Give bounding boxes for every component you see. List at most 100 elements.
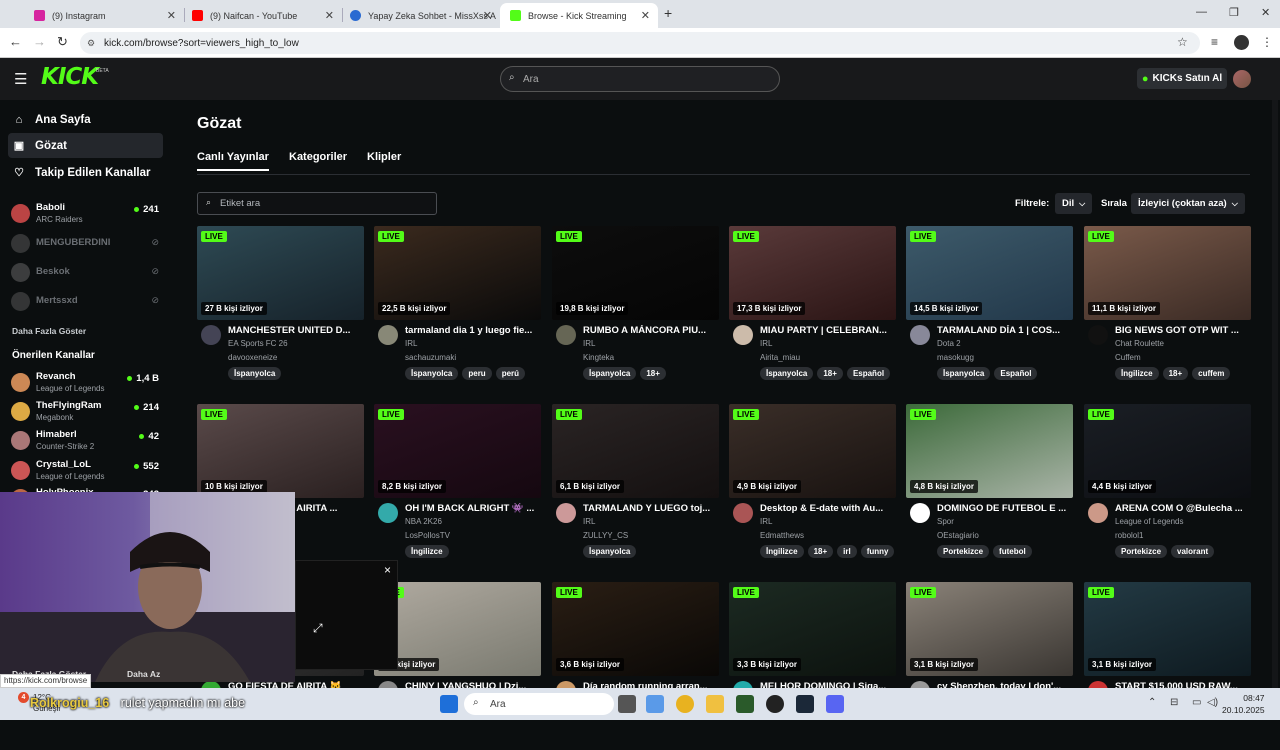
forward-icon[interactable]: →: [33, 34, 46, 49]
stream-card[interactable]: LIVE 3,1 B kişi izliyor cy Shenzhen, today…: [906, 582, 1073, 750]
window-close-icon[interactable]: ✕: [1261, 6, 1270, 19]
followed-channel-baboli[interactable]: Baboli ARC Raiders 241: [11, 201, 161, 229]
file-explorer-icon[interactable]: [706, 695, 724, 713]
copilot-icon[interactable]: [646, 695, 664, 713]
stream-thumbnail[interactable]: LIVE 10 B kişi izliyor: [197, 404, 364, 498]
stream-tag[interactable]: 18+: [817, 367, 843, 380]
stream-category[interactable]: IRL: [405, 339, 417, 348]
sidebar-item-following[interactable]: ♡ Takip Edilen Kanallar: [8, 160, 163, 185]
network-icon[interactable]: ⊟: [1170, 697, 1178, 708]
stream-card[interactable]: LIVE 27 B kişi izliyor MANCHESTER UNITED D…: [197, 226, 364, 394]
kick-logo[interactable]: KICK: [41, 64, 99, 90]
stream-thumbnail[interactable]: LIVE 22,5 B kişi izliyor: [374, 226, 541, 320]
streamer-avatar[interactable]: [733, 503, 753, 523]
volume-icon[interactable]: ◁): [1207, 697, 1218, 708]
stream-tag[interactable]: İngilizce: [1115, 367, 1159, 380]
user-avatar[interactable]: [1233, 70, 1251, 88]
chrome-icon[interactable]: [676, 695, 694, 713]
stream-thumbnail[interactable]: LIVE 3,1 B kişi izliyor: [1084, 582, 1251, 676]
site-info-icon[interactable]: ⚙: [87, 38, 95, 49]
stream-card[interactable]: LIVE 22,5 B kişi izliyor tarmaland dia 1 y…: [374, 226, 541, 394]
followed-channel-mertssxd[interactable]: Mertssxd ⊘: [11, 289, 161, 317]
stream-tag[interactable]: 18+: [1162, 367, 1189, 380]
stream-category[interactable]: Spor: [937, 517, 954, 526]
stream-category[interactable]: Chat Roulette: [1115, 339, 1164, 348]
sidebar-show-less-bottom[interactable]: Daha Az: [127, 669, 160, 679]
streamer-name[interactable]: LosPollosTV: [405, 531, 450, 540]
streamer-avatar[interactable]: [378, 325, 398, 345]
stream-title[interactable]: ARENA COM O @Bulecha ...: [1115, 503, 1249, 514]
stream-title[interactable]: BIG NEWS GOT OTP WIT ...: [1115, 325, 1249, 336]
tab-kick[interactable]: Browse - Kick Streaming ✕: [500, 3, 658, 28]
stream-title[interactable]: tarmaland dia 1 y luego fie...: [405, 325, 539, 336]
stream-tag[interactable]: Portekizce: [937, 545, 990, 558]
followed-channel-beskok[interactable]: Beskok ⊘: [11, 260, 161, 288]
stream-tag[interactable]: İspanyolca: [228, 367, 282, 380]
streamer-avatar[interactable]: [1088, 325, 1108, 345]
mini-player-close-icon[interactable]: ×: [384, 563, 391, 577]
streamer-name[interactable]: davooxeneize: [228, 353, 277, 362]
stream-tag[interactable]: İspanyolca: [760, 367, 814, 380]
stream-tag[interactable]: İngilizce: [405, 545, 449, 558]
stream-tag[interactable]: peru: [462, 367, 492, 380]
stream-tag[interactable]: İspanyolca: [937, 367, 991, 380]
streamer-avatar[interactable]: [556, 325, 576, 345]
language-filter-dropdown[interactable]: Dil ⌵: [1055, 193, 1093, 214]
sidebar-item-browse[interactable]: ▣ Gözat: [8, 133, 163, 158]
streamer-name[interactable]: Kingteka: [583, 353, 614, 362]
stream-card[interactable]: LIVE 8,2 B kişi izliyor OH I'M BACK ALRIGH…: [374, 404, 541, 572]
stream-category[interactable]: Dota 2: [937, 339, 961, 348]
stream-card[interactable]: LIVE 4,9 B kişi izliyor Desktop & E-date w…: [729, 404, 896, 572]
followed-channel-menguberdini[interactable]: MENGUBERDINI ⊘: [11, 231, 161, 259]
close-icon[interactable]: ✕: [483, 9, 492, 22]
stream-thumbnail[interactable]: LIVE 4,8 B kişi izliyor: [906, 404, 1073, 498]
bookmark-star-icon[interactable]: ☆: [1177, 35, 1188, 49]
show-more-link[interactable]: Daha Fazla Göster: [12, 326, 86, 336]
tab-live-streams[interactable]: Canlı Yayınlar: [197, 151, 269, 171]
stream-card[interactable]: LIVE 17,3 B kişi izliyor MIAU PARTY | CELE…: [729, 226, 896, 394]
recommended-channel[interactable]: TheFlyingRam Megabonk 214: [11, 399, 161, 427]
streamer-name[interactable]: OEstagiario: [937, 531, 979, 540]
stream-title[interactable]: OH I'M BACK ALRIGHT 👾 ...: [405, 503, 539, 514]
stream-card[interactable]: LIVE 4,8 B kişi izliyor DOMINGO DE FUTEBOL…: [906, 404, 1073, 572]
stream-card[interactable]: LIVE 6,1 B kişi izliyor TARMALAND Y LUEGO …: [552, 404, 719, 572]
stream-tag[interactable]: Portekizce: [1115, 545, 1168, 558]
fullscreen-icon[interactable]: ⤢: [313, 621, 323, 636]
close-icon[interactable]: ✕: [641, 9, 650, 22]
search-input[interactable]: ⌕ Ara: [500, 66, 780, 92]
tab-instagram[interactable]: (9) Instagram ✕: [24, 3, 184, 28]
stream-category[interactable]: League of Legends: [1115, 517, 1184, 526]
recommended-channel[interactable]: Himaberl Counter-Strike 2 42: [11, 428, 161, 456]
stream-thumbnail[interactable]: LIVE 4,4 B kişi izliyor: [1084, 404, 1251, 498]
app-icon[interactable]: [736, 695, 754, 713]
stream-card[interactable]: LIVE 14,5 B kişi izliyor TARMALAND DÍA 1 |…: [906, 226, 1073, 394]
streamer-name[interactable]: ZULLYY_CS: [583, 531, 628, 540]
stream-tag[interactable]: İngilizce: [760, 545, 804, 558]
obs-icon[interactable]: [766, 695, 784, 713]
menu-icon[interactable]: ⋮: [1261, 35, 1273, 49]
stream-title[interactable]: TARMALAND DÍA 1 | COS...: [937, 325, 1071, 336]
stream-category[interactable]: IRL: [760, 339, 772, 348]
stream-card[interactable]: LIVE 4,4 B kişi izliyor ARENA COM O @Bulec…: [1084, 404, 1251, 572]
streamer-avatar[interactable]: [733, 325, 753, 345]
stream-thumbnail[interactable]: LIVE 6,1 B kişi izliyor: [552, 404, 719, 498]
stream-thumbnail[interactable]: LIVE 19,8 B kişi izliyor: [552, 226, 719, 320]
stream-thumbnail[interactable]: LIVE 3,3 B kişi izliyor: [729, 582, 896, 676]
stream-tag[interactable]: İspanyolca: [583, 545, 637, 558]
stream-thumbnail[interactable]: LIVE 11,1 B kişi izliyor: [1084, 226, 1251, 320]
stream-tag[interactable]: İspanyolca: [405, 367, 459, 380]
close-icon[interactable]: ✕: [325, 9, 334, 22]
stream-tag[interactable]: 18+: [640, 367, 666, 380]
stream-category[interactable]: IRL: [583, 517, 595, 526]
taskbar-search[interactable]: ⌕ Ara: [464, 693, 614, 715]
streamer-avatar[interactable]: [1088, 503, 1108, 523]
stream-title[interactable]: DOMINGO DE FUTEBOL E ...: [937, 503, 1071, 514]
stream-card[interactable]: LIVE 19,8 B kişi izliyor RUMBO A MÁNCORA P…: [552, 226, 719, 394]
stream-card[interactable]: LIVE 3,1 B kişi izliyor START $15,000 USD …: [1084, 582, 1251, 750]
back-icon[interactable]: ←: [9, 34, 22, 49]
reload-icon[interactable]: ↻: [57, 34, 68, 50]
stream-tag[interactable]: İspanyolca: [583, 367, 637, 380]
streamer-avatar[interactable]: [910, 325, 930, 345]
recommended-channel[interactable]: Crystal_LoL League of Legends 552: [11, 458, 161, 486]
stream-card[interactable]: LIVE 3,6 B kişi izliyor Día random running…: [552, 582, 719, 750]
